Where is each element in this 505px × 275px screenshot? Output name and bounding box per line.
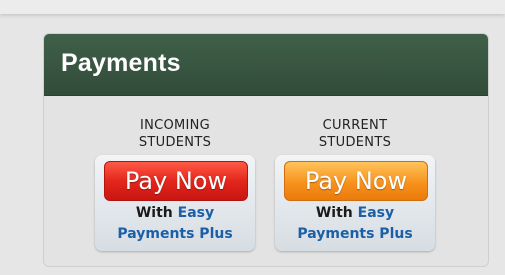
group-label-line: STUDENTS [318,135,392,150]
payments-plus-text: Payments Plus [117,226,233,242]
with-text: With [315,205,353,221]
with-text: With [135,205,173,221]
panel-title: Payments [61,49,181,77]
current-pay-now-card[interactable]: Pay Now With Easy Payments Plus [275,155,435,251]
panel-body: INCOMING STUDENTS Pay Now With Easy Paym… [44,96,488,266]
current-students-label: CURRENT STUDENTS [275,117,435,151]
group-label-line: INCOMING [139,118,211,133]
current-pay-now-button[interactable]: Pay Now [284,161,428,201]
payments-panel: Payments INCOMING STUDENTS Pay Now With … [43,33,489,267]
with-easy-text: With Easy [95,205,255,221]
payments-plus-text: Payments Plus [297,226,413,242]
incoming-pay-now-button[interactable]: Pay Now [104,161,248,201]
top-bar [0,0,505,14]
group-label-line: STUDENTS [138,135,212,150]
with-easy-text: With Easy [275,205,435,221]
easy-text: Easy [177,205,215,221]
incoming-students-label: INCOMING STUDENTS [95,117,255,151]
group-label-line: CURRENT [322,118,388,133]
incoming-pay-now-card[interactable]: Pay Now With Easy Payments Plus [95,155,255,251]
panel-header: Payments [44,34,488,96]
easy-text: Easy [357,205,395,221]
